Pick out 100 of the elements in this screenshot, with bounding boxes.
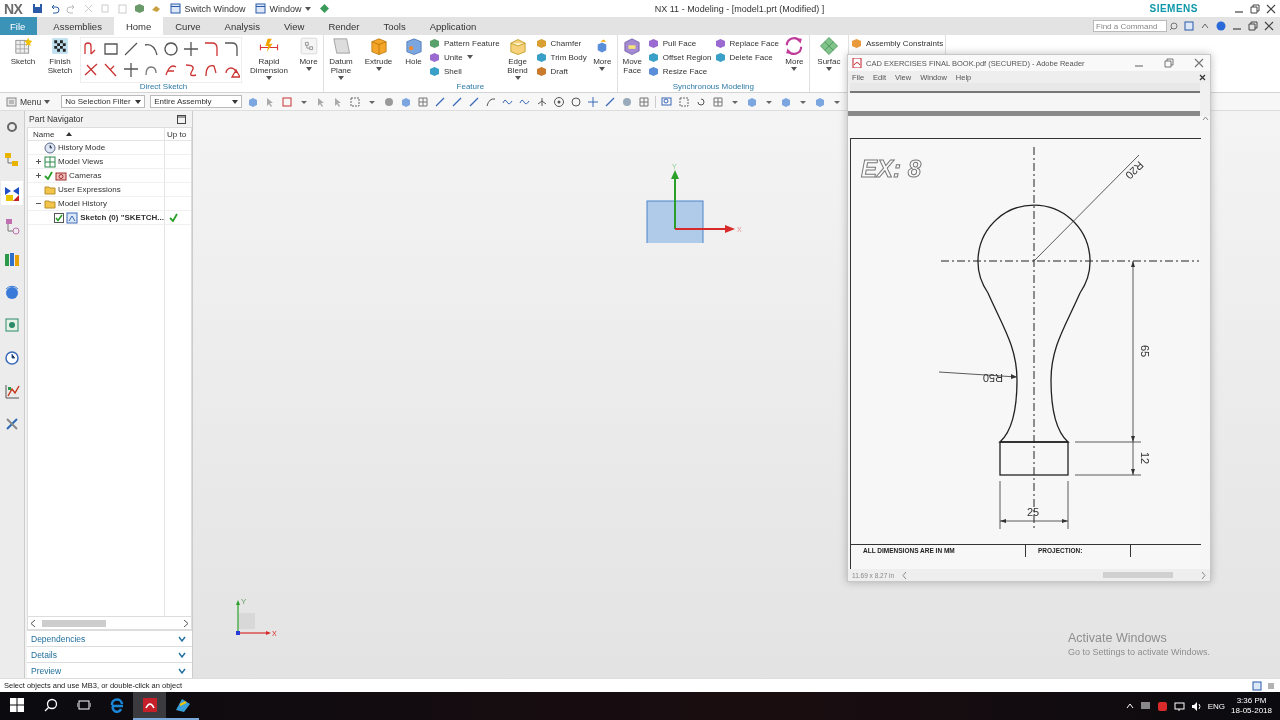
collapsible-panel[interactable]: Preview xyxy=(27,662,192,678)
toolbar-button[interactable]: Switch Window xyxy=(168,1,248,16)
ribbon-button[interactable]: Resize Face xyxy=(647,65,712,77)
scroll-left-icon[interactable] xyxy=(902,571,908,579)
tree-item[interactable]: Cameras xyxy=(69,171,102,180)
close-icon[interactable] xyxy=(1266,3,1276,14)
ribbon-button[interactable]: Move Face xyxy=(619,35,645,82)
tree-item[interactable]: Model Views xyxy=(58,157,104,166)
scroll-right-icon[interactable] xyxy=(183,619,189,627)
scrollbar-thumb[interactable] xyxy=(42,619,106,627)
ribbon-button[interactable]: Sketch xyxy=(6,35,40,82)
rotate-icon[interactable] xyxy=(695,95,708,108)
line-icon[interactable] xyxy=(451,95,464,108)
fillet-icon[interactable] xyxy=(202,39,220,58)
ribbon-button[interactable]: Extrude xyxy=(359,35,398,82)
line-icon[interactable] xyxy=(604,95,617,108)
ribbon-button[interactable]: Shell xyxy=(429,65,500,77)
ribbon-tab[interactable]: Application xyxy=(417,17,489,35)
grid-icon[interactable] xyxy=(638,95,651,108)
cube-icon[interactable] xyxy=(746,95,759,108)
scroll-left-icon[interactable] xyxy=(30,619,36,627)
expand-icon[interactable] xyxy=(34,172,42,179)
ribbon-tab[interactable]: View xyxy=(271,17,317,35)
menu-button[interactable]: Menu xyxy=(6,96,57,107)
ribbon-button[interactable]: Datum Plane xyxy=(326,35,356,82)
ribbon-button[interactable]: Pull Face xyxy=(647,37,712,49)
ribbon-button[interactable]: Pattern Feature xyxy=(429,37,500,49)
ribbon-button[interactable]: Edge Blend xyxy=(502,35,533,82)
ribbon-button[interactable]: More xyxy=(296,35,321,82)
curve-icon[interactable] xyxy=(485,95,498,108)
collapse-icon[interactable] xyxy=(34,200,42,207)
plus-icon[interactable] xyxy=(182,39,200,58)
line-icon[interactable] xyxy=(468,95,481,108)
ribbon-button[interactable]: Rapid Dimension xyxy=(245,35,293,82)
language-indicator[interactable]: ENG xyxy=(1207,701,1226,711)
speaker-icon[interactable] xyxy=(1190,700,1202,712)
collapse-ribbon-icon[interactable] xyxy=(1200,21,1210,31)
cube-icon[interactable] xyxy=(247,95,260,108)
expand-icon[interactable] xyxy=(34,158,42,165)
filter-dropdown[interactable]: Entire Assembly xyxy=(150,95,243,108)
restore-icon[interactable] xyxy=(1250,3,1260,14)
checkbox[interactable] xyxy=(54,212,65,223)
taskbar-app[interactable] xyxy=(133,692,166,720)
list-icon[interactable] xyxy=(1266,680,1276,691)
ribbon-tab[interactable]: Render xyxy=(316,17,372,35)
cube-icon[interactable] xyxy=(134,3,146,14)
filter-dropdown[interactable]: No Selection Filter xyxy=(61,95,146,108)
cube-icon[interactable] xyxy=(400,95,413,108)
chevron-up-icon[interactable] xyxy=(1125,703,1134,709)
undo-icon[interactable] xyxy=(49,3,61,14)
command-search-field[interactable]: Find a Command xyxy=(1093,20,1167,32)
ribbon-button[interactable]: Replace Face xyxy=(714,37,779,49)
diamond-icon[interactable] xyxy=(318,3,330,14)
ribbon-button[interactable]: Offset Region xyxy=(647,51,712,63)
ribbon-button[interactable]: More xyxy=(781,35,807,82)
ribbon-tab[interactable]: Analysis xyxy=(212,17,272,35)
cube-icon[interactable] xyxy=(814,95,827,108)
cube-icon[interactable] xyxy=(780,95,793,108)
collapsible-panel[interactable]: Details xyxy=(27,646,192,662)
monitor-icon[interactable] xyxy=(1139,700,1151,712)
ribbon-tab[interactable]: Assemblies xyxy=(41,17,114,35)
tree-item[interactable]: User Expressions xyxy=(58,185,121,194)
ribbon-button[interactable]: More xyxy=(589,35,615,82)
toolbar-button[interactable]: Window xyxy=(253,1,313,16)
ribbon-button[interactable]: Chamfer xyxy=(535,37,587,49)
grid-icon[interactable] xyxy=(1252,680,1262,691)
ribbon-button[interactable]: Unite xyxy=(429,51,500,63)
save-icon[interactable] xyxy=(32,3,44,14)
ribbon-tab[interactable]: Home xyxy=(113,17,164,35)
column-header[interactable]: Up to xyxy=(165,128,191,140)
restore-icon[interactable] xyxy=(1164,58,1174,68)
clock-time[interactable]: 3:36 PM xyxy=(1236,696,1267,706)
scroll-up-icon[interactable] xyxy=(1202,116,1209,121)
tree-item[interactable]: History Mode xyxy=(58,143,106,152)
tree-item[interactable]: Sketch (0) "SKETCH... xyxy=(80,213,164,222)
target-icon[interactable] xyxy=(553,95,566,108)
node-icon[interactable] xyxy=(536,95,549,108)
ribbon-button[interactable]: Delete Face xyxy=(714,51,779,63)
grid-icon[interactable] xyxy=(417,95,430,108)
plus-icon[interactable] xyxy=(587,95,600,108)
grid-icon[interactable] xyxy=(712,95,725,108)
ribbon-button[interactable]: Surfac xyxy=(811,35,846,92)
ribbon-button[interactable]: Draft xyxy=(535,65,587,77)
collapsible-panel[interactable]: Dependencies xyxy=(27,630,192,646)
square-icon[interactable] xyxy=(281,95,294,108)
maximize-icon[interactable] xyxy=(177,114,186,124)
ribbon-button[interactable]: Finish Sketch xyxy=(43,35,77,82)
close-icon[interactable] xyxy=(1264,21,1274,31)
zoom-icon[interactable] xyxy=(661,95,674,108)
close-icon[interactable] xyxy=(1199,73,1206,81)
ribbon-button[interactable]: Trim Body xyxy=(535,51,587,63)
scroll-right-icon[interactable] xyxy=(1201,571,1206,579)
ribbon-tab[interactable]: Curve xyxy=(163,17,213,35)
corner-icon[interactable] xyxy=(222,39,240,58)
circle-icon[interactable] xyxy=(570,95,583,108)
sphere-icon[interactable] xyxy=(383,95,396,108)
resource-tab[interactable] xyxy=(1,181,23,205)
ribbon-button[interactable]: Assembly Constraints xyxy=(850,37,944,49)
globe-icon[interactable] xyxy=(621,95,634,108)
ribbon-tab[interactable]: Tools xyxy=(371,17,418,35)
